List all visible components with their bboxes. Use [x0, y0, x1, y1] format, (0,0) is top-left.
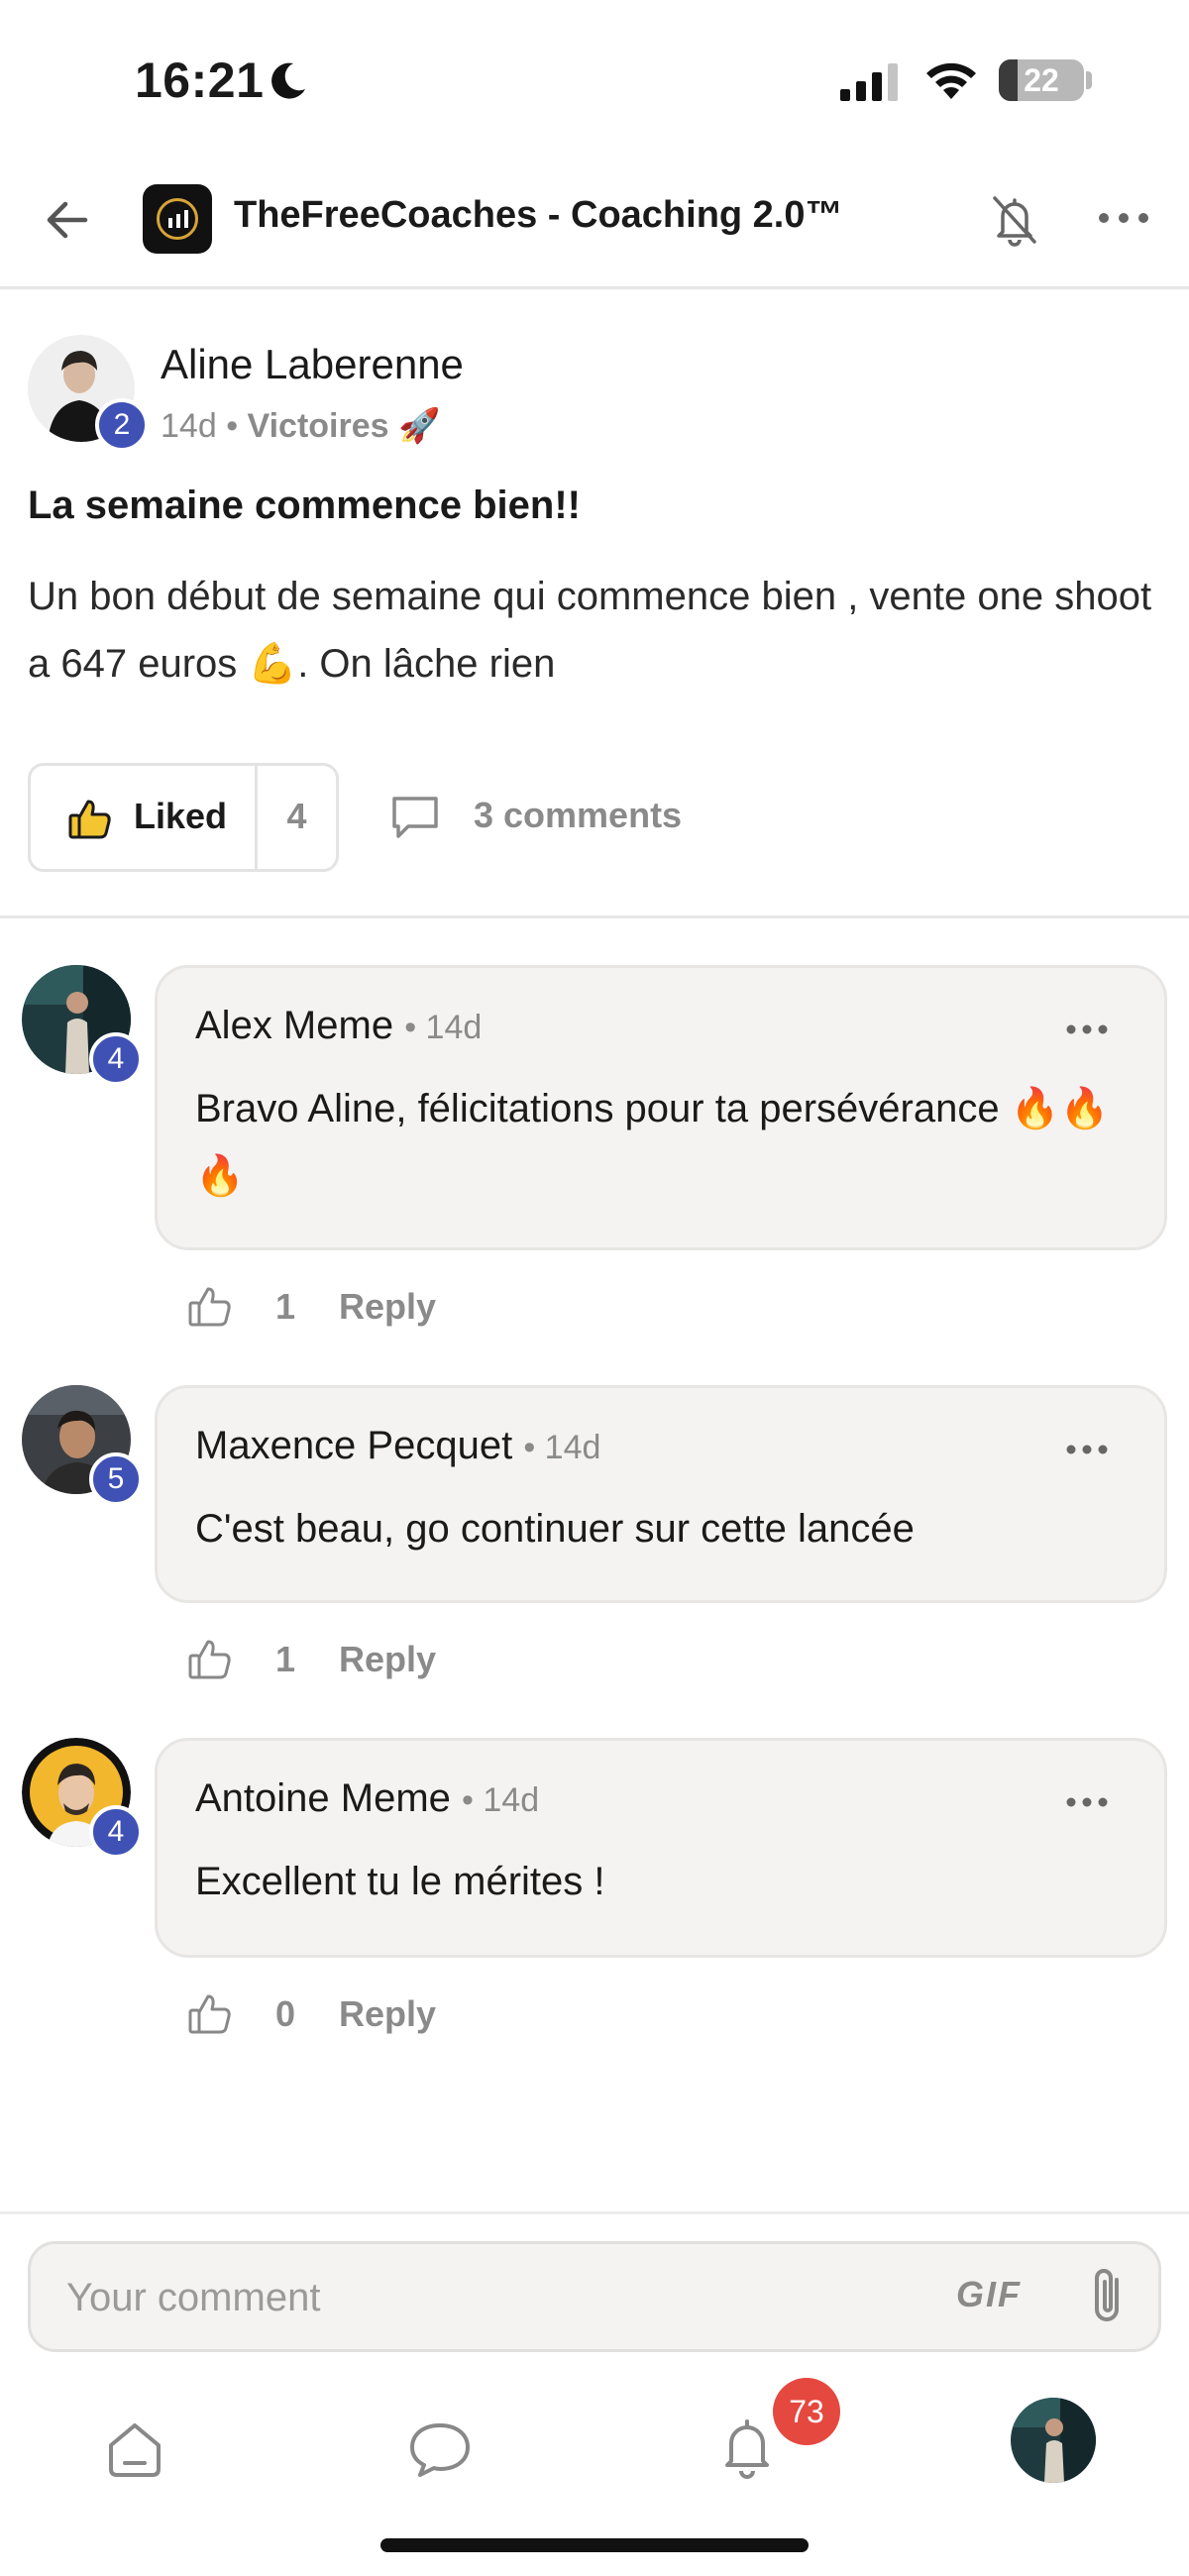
- chat-icon[interactable]: [406, 2417, 474, 2481]
- post-author-level-badge: 2: [95, 398, 149, 452]
- post-title: La semaine commence bien!!: [28, 483, 581, 527]
- group-header: TheFreeCoaches - Coaching 2.0™: [0, 159, 1189, 289]
- comment-bubble: Maxence Pecquet • 14d C'est beau, go con…: [155, 1385, 1167, 1603]
- comment-author-level-badge: 4: [89, 1032, 143, 1086]
- comment-like-count: 0: [275, 1993, 296, 2034]
- comment-bubble-icon: [392, 797, 438, 838]
- comment-like-count: 1: [275, 1286, 296, 1327]
- wifi-icon: [926, 62, 976, 99]
- back-arrow-icon[interactable]: [38, 190, 97, 250]
- post-category[interactable]: Victoires: [248, 407, 389, 445]
- gif-button[interactable]: GIF: [956, 2274, 1022, 2315]
- comment-author-name[interactable]: Alex Meme: [195, 1004, 393, 1047]
- comment-more-icon[interactable]: [1065, 1444, 1109, 1455]
- post-author-name[interactable]: Aline Laberenne: [161, 341, 464, 388]
- group-title[interactable]: TheFreeCoaches - Coaching 2.0™: [234, 194, 843, 237]
- comment-age: • 14d: [462, 1781, 540, 1819]
- more-options-icon[interactable]: [1094, 198, 1153, 238]
- comment-text: Bravo Aline, félicitations pour ta persé…: [195, 1087, 1110, 1198]
- comment-more-icon[interactable]: [1065, 1023, 1109, 1035]
- paperclip-icon[interactable]: [1081, 2264, 1136, 2329]
- comment-input[interactable]: [66, 2266, 899, 2329]
- comment-bubble: Antoine Meme • 14d Excellent tu le mérit…: [155, 1738, 1167, 1958]
- comment-age: • 14d: [404, 1009, 483, 1046]
- status-time: 16:21: [135, 53, 265, 108]
- like-button-group[interactable]: Liked 4: [28, 763, 339, 872]
- like-label[interactable]: Liked: [134, 796, 227, 837]
- comment-author-name[interactable]: Maxence Pecquet: [195, 1424, 512, 1467]
- battery-icon: 22: [999, 59, 1084, 101]
- home-icon[interactable]: [103, 2417, 166, 2481]
- post-divider: [0, 915, 1189, 918]
- post-meta: 14d • Victoires 🚀: [161, 406, 440, 446]
- comment-like-count: 1: [275, 1639, 296, 1679]
- comment-bubble: Alex Meme • 14d Bravo Aline, félicitatio…: [155, 965, 1167, 1250]
- reply-button[interactable]: Reply: [339, 1286, 436, 1328]
- comment-author-level-badge: 4: [89, 1805, 143, 1859]
- comments-count[interactable]: 3 comments: [474, 795, 682, 836]
- battery-percent: 22: [1024, 62, 1059, 98]
- group-logo[interactable]: [143, 184, 212, 254]
- comment-header: Antoine Meme • 14d: [195, 1776, 539, 1821]
- thumbs-up-icon[interactable]: [186, 1989, 236, 2039]
- comment-author-name[interactable]: Antoine Meme: [195, 1776, 451, 1820]
- bell-icon[interactable]: [715, 2414, 779, 2481]
- status-bar: 16:21 22: [0, 0, 1189, 159]
- comment-age: • 14d: [523, 1429, 601, 1466]
- post-body: Un bon début de semaine qui commence bie…: [28, 575, 1152, 686]
- thumbs-up-filled-icon: [68, 800, 111, 839]
- rocket-emoji: 🚀: [398, 407, 441, 445]
- person-avatar-image: [1011, 2398, 1096, 2483]
- home-indicator: [380, 2538, 809, 2552]
- bell-off-icon[interactable]: [983, 188, 1046, 252]
- reply-button[interactable]: Reply: [339, 1639, 436, 1680]
- like-count[interactable]: 4: [255, 796, 339, 837]
- comment-text: Excellent tu le mérites !: [195, 1860, 605, 1903]
- reply-button[interactable]: Reply: [339, 1993, 436, 2035]
- comment-author-level-badge: 5: [89, 1452, 143, 1506]
- thumbs-up-icon[interactable]: [186, 1282, 236, 1332]
- composer-divider: [0, 2211, 1189, 2214]
- meta-separator: •: [226, 407, 239, 445]
- comment-header: Alex Meme • 14d: [195, 1004, 482, 1048]
- battery-tip: [1086, 71, 1092, 89]
- post-age: 14d: [161, 407, 217, 445]
- comment-header: Maxence Pecquet • 14d: [195, 1424, 600, 1468]
- comment-more-icon[interactable]: [1065, 1796, 1109, 1808]
- profile-avatar[interactable]: [1011, 2398, 1096, 2483]
- notification-count-badge: 73: [773, 2378, 840, 2445]
- thumbs-up-icon[interactable]: [186, 1635, 236, 1684]
- comment-text: C'est beau, go continuer sur cette lancé…: [195, 1507, 915, 1551]
- cellular-signal-icon: [840, 63, 898, 101]
- moon-icon: [271, 62, 305, 99]
- comment-composer: GIF: [28, 2241, 1161, 2352]
- logo-bars-icon: [168, 210, 188, 228]
